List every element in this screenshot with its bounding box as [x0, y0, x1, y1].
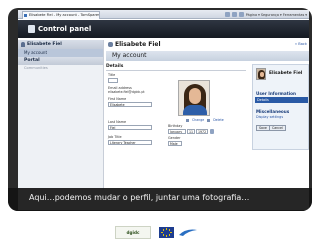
footer-logos: dgidc [0, 212, 320, 240]
title-label: Title [108, 73, 116, 77]
sidebar-user-name: Elisabete Fiel [27, 42, 62, 47]
gender-label: Gender [168, 136, 181, 140]
sidebar-user-header[interactable]: Elisabete Fiel [18, 40, 103, 49]
delete-photo-link[interactable]: Delete [213, 118, 223, 122]
print-icon[interactable] [238, 12, 244, 17]
job-title-label: Job Title [108, 135, 122, 139]
browser-window: Elisabete Fiel - My account - TomSpares … [18, 10, 309, 210]
email-value: elisabete.fiel@dgidc.pt [108, 90, 145, 94]
browser-tools: Página ▾ Segurança ▾ Ferramentas ▾ [224, 11, 307, 18]
change-photo-link[interactable]: Change [192, 118, 204, 122]
photo-actions: Change Delete [186, 118, 224, 122]
birthday-day-select[interactable]: 11 [187, 129, 195, 134]
browser-menus[interactable]: Página ▾ Segurança ▾ Ferramentas ▾ [246, 13, 307, 17]
sidebar: Elisabete Fiel My account Portal Communi… [18, 40, 104, 190]
last-name-field[interactable]: Fiel [108, 125, 152, 130]
first-name-field[interactable]: Elisabete [108, 102, 152, 107]
change-photo-icon [186, 118, 189, 122]
back-link[interactable]: « Back [295, 40, 307, 49]
delete-photo-icon [207, 118, 211, 122]
details-section-title: Details [106, 64, 124, 69]
user-header: Elisabete Fiel « Back [106, 40, 309, 49]
slide-caption: Aqui…podemos mudar o perfil, juntar uma … [29, 193, 250, 202]
profile-side-panel: Elisabete Fiel User Information Details … [252, 64, 309, 150]
divider [106, 70, 246, 71]
feeds-icon[interactable] [231, 12, 237, 17]
sidebar-item-my-account[interactable]: My account [18, 49, 103, 57]
home-icon[interactable] [224, 12, 230, 17]
user-icon [108, 42, 113, 47]
user-name-heading: Elisabete Fiel [115, 41, 161, 48]
page-title: My account [106, 51, 309, 61]
presentation-frame: Elisabete Fiel - My account - TomSpares … [8, 8, 312, 211]
birthday-year-select[interactable]: 1972 [196, 129, 208, 134]
main-content: Elisabete Fiel « Back My account Details… [106, 40, 309, 190]
calendar-icon[interactable] [210, 129, 214, 134]
control-panel-icon [28, 25, 35, 33]
avatar [256, 68, 266, 80]
sidebar-portal-header[interactable]: Portal [18, 57, 103, 65]
user-icon [21, 42, 25, 47]
control-panel-title: Control panel [38, 25, 92, 33]
sidebar-item-communities[interactable]: Communities [18, 65, 103, 72]
cancel-button[interactable]: Cancel [269, 125, 286, 131]
profile-photo[interactable] [178, 80, 210, 116]
eu-flag-logo [159, 227, 174, 238]
gender-select[interactable]: Male [168, 141, 182, 146]
job-title-field[interactable]: Literary Teacher [108, 140, 152, 145]
panel-item-display-settings[interactable]: Display settings [256, 115, 283, 119]
panel-user-name: Elisabete Fiel [269, 71, 303, 76]
title-select[interactable] [108, 78, 118, 83]
miscellaneous-heading: Miscellaneous [256, 109, 290, 114]
last-name-label: Last Name [108, 120, 127, 124]
panel-item-details[interactable]: Details [255, 97, 308, 103]
browser-tab[interactable]: Elisabete Fiel - My account - TomSpares [22, 11, 100, 19]
user-information-heading: User Information [256, 91, 297, 96]
control-panel-header: Control panel [18, 20, 309, 38]
page-favicon-icon [24, 14, 27, 17]
partner-logo [179, 229, 197, 236]
dgidc-logo: dgidc [115, 226, 151, 239]
first-name-label: First Name [108, 97, 127, 101]
browser-toolbar: Elisabete Fiel - My account - TomSpares … [18, 10, 309, 19]
birthday-label: Birthday [168, 124, 183, 128]
browser-tab-title: Elisabete Fiel - My account - TomSpares [29, 13, 100, 17]
birthday-month-select[interactable]: January [168, 129, 186, 134]
save-button[interactable]: Save [256, 125, 270, 131]
